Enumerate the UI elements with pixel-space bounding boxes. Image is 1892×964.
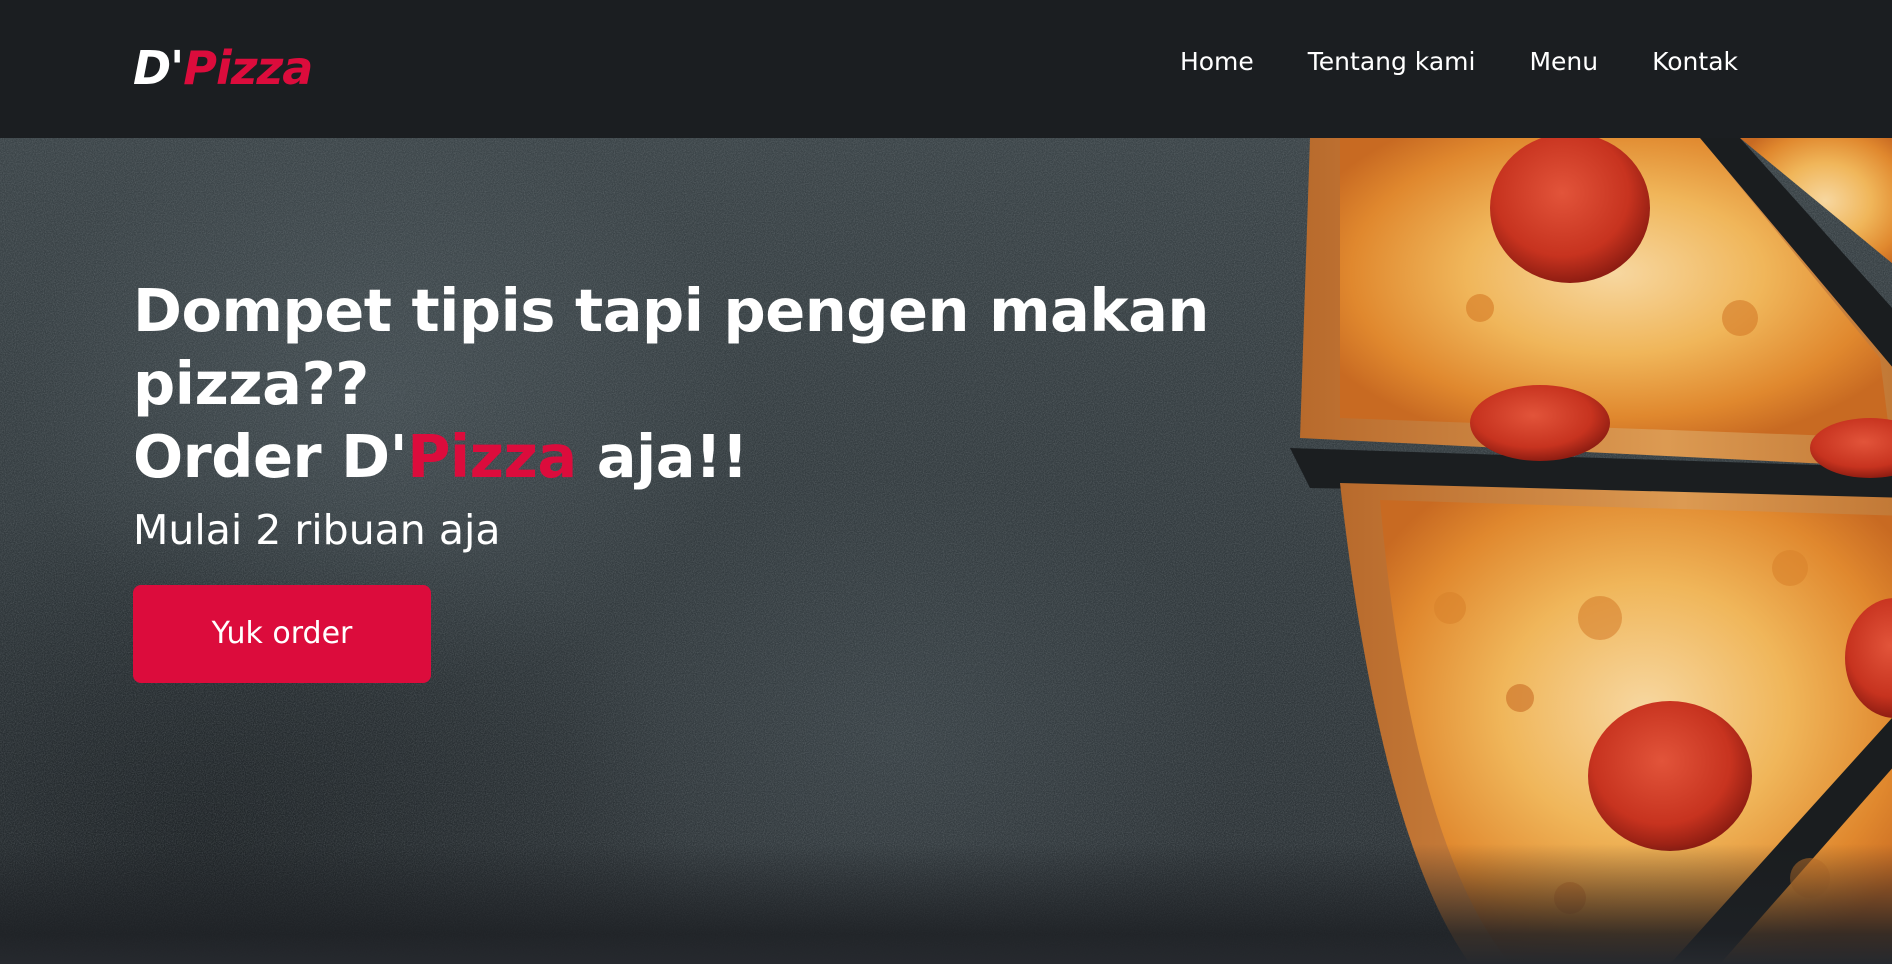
nav-link-kontak[interactable]: Kontak [1652,40,1738,84]
hero-content: Dompet tipis tapi pengen makan pizza?? O… [133,274,1233,683]
headline-line-3-suffix: aja!! [576,422,749,491]
hero-section: Dompet tipis tapi pengen makan pizza?? O… [0,138,1892,964]
nav-link-menu[interactable]: Menu [1529,40,1598,84]
headline-line-3-prefix: Order D' [133,422,408,491]
hero-bottom-fade [0,844,1892,964]
nav-link-home[interactable]: Home [1180,40,1254,84]
navbar: D'Pizza Home Tentang kami Menu Kontak [0,0,1892,138]
hero-subtitle: Mulai 2 ribuan aja [133,506,501,554]
main-nav: Home Tentang kami Menu Kontak [1180,40,1738,84]
hero-headline: Dompet tipis tapi pengen makan pizza?? O… [133,274,1233,493]
headline-line-3: Order D'Pizza aja!! [133,420,1233,493]
brand-highlight: Pizza [183,41,313,95]
order-button[interactable]: Yuk order [133,585,431,683]
pizza-image [1290,138,1892,964]
headline-line-2: pizza?? [133,349,369,418]
headline-line-3-highlight: Pizza [407,422,577,491]
brand-prefix: D' [133,41,184,95]
brand-logo[interactable]: D'Pizza [133,36,313,100]
headline-line-1: Dompet tipis tapi pengen makan [133,276,1209,345]
nav-link-tentang-kami[interactable]: Tentang kami [1308,40,1476,84]
